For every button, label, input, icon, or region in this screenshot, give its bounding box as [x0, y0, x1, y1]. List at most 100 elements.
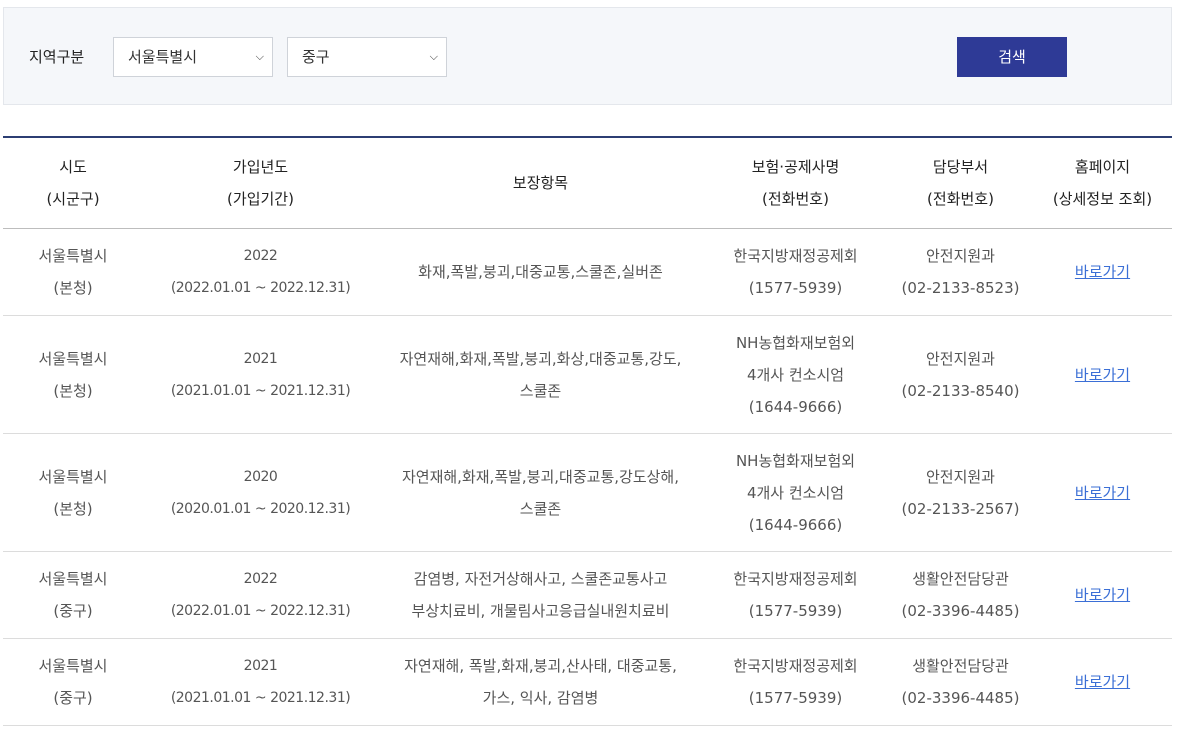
cell-region: 서울특별시 (중구) [3, 638, 143, 726]
cell-line: 담당부서 [932, 158, 989, 176]
cell-line: (02-3396-4485) [901, 689, 1020, 707]
header-region: 시도 (시군구) [3, 137, 143, 229]
cell-line: (1577-5939) [748, 279, 843, 297]
table-row: 서울특별시 (중구) 2021 (2021.01.01 ~ 2021.12.31) 자연… [3, 638, 1172, 726]
cell-region: 서울특별시 (본청) [3, 433, 143, 552]
cell-coverage: 자연재해,화재,폭발,붕괴,화상,대중교통,강도, 스쿨존 [378, 315, 703, 434]
cell-line: 2021 [243, 658, 278, 674]
cell-line: NH농협화재보험외 [735, 451, 856, 470]
search-panel: 지역구분 서울특별시 ⌵ 중구 ⌵ 검색 [3, 7, 1172, 105]
cell-line: 서울특별시 [38, 349, 108, 368]
homepage-link[interactable]: 바로가기 [1075, 263, 1130, 281]
cell-line: 안전지원과 [925, 467, 995, 486]
cell-insurer: NH농협화재보험외 4개사 컨소시엄 (1644-9666) [703, 315, 888, 434]
cell-line: 스쿨존 [519, 381, 562, 400]
cell-line: (1577-5939) [748, 689, 843, 707]
cell-line: (02-3396-4485) [901, 602, 1020, 620]
cell-line: 안전지원과 [925, 247, 995, 265]
cell-line: 생활안전담당관 [912, 570, 1009, 588]
cell-homepage: 바로가기 [1033, 638, 1172, 726]
cell-line: 스쿨존 [519, 499, 562, 518]
homepage-link[interactable]: 바로가기 [1075, 484, 1130, 502]
homepage-link[interactable]: 바로가기 [1075, 673, 1130, 691]
cell-line: 4개사 컨소시엄 [746, 365, 845, 384]
cell-line: (1644-9666) [748, 397, 843, 416]
cell-year: 2022 (2022.01.01 ~ 2022.12.31) [143, 551, 378, 639]
gu-select[interactable]: 중구 ⌵ [287, 37, 447, 77]
cell-year: 2021 (2021.01.01 ~ 2021.12.31) [143, 638, 378, 726]
header-homepage: 홈페이지 (상세정보 조회) [1033, 137, 1172, 229]
cell-coverage: 감염병, 자전거상해사고, 스쿨존교통사고부상치료비, 개물림사고응급실내원치료… [378, 551, 703, 639]
region-label: 지역구분 [29, 48, 85, 66]
cell-line: 화재,폭발,붕괴,대중교통,스쿨존,실버존 [418, 263, 663, 281]
cell-line: 2022 [243, 571, 278, 587]
cell-coverage: 화재,폭발,붕괴,대중교통,스쿨존,실버존 [378, 228, 703, 316]
header-year: 가입년도 (가입기간) [143, 137, 378, 229]
cell-region: 서울특별시 (본청) [3, 228, 143, 316]
cell-region: 서울특별시 (본청) [3, 315, 143, 434]
cell-line: (2020.01.01 ~ 2020.12.31) [170, 500, 351, 517]
cell-insurer: 한국지방재정공제회 (1577-5939) [703, 228, 888, 316]
cell-coverage: 자연재해,화재,폭발,붕괴,대중교통,강도상해, 스쿨존 [378, 433, 703, 552]
cell-line: 4개사 컨소시엄 [746, 483, 845, 502]
search-button[interactable]: 검색 [957, 37, 1067, 77]
cell-region: 서울특별시 (중구) [3, 551, 143, 639]
chevron-down-icon: ⌵ [429, 50, 438, 63]
cell-line: 서울특별시 [38, 570, 108, 588]
cell-insurer: 한국지방재정공제회 (1577-5939) [703, 551, 888, 639]
cell-line: (02-2133-8540) [901, 381, 1020, 400]
cell-line: 시도 [59, 158, 87, 176]
cell-line: 안전지원과 [925, 349, 995, 368]
cell-coverage: 자연재해, 폭발,화재,붕괴,산사태, 대중교통, 가스, 익사, 감염병 [378, 638, 703, 726]
cell-insurer: NH농협화재보험외 4개사 컨소시엄 (1644-9666) [703, 433, 888, 552]
cell-line: 자연재해, 폭발,화재,붕괴,산사태, 대중교통, [404, 657, 677, 675]
cell-line: (상세정보 조회) [1052, 190, 1153, 208]
cell-line: 서울특별시 [38, 247, 108, 265]
cell-line: 보험·공제사명 [751, 158, 840, 176]
cell-homepage: 바로가기 [1033, 315, 1172, 434]
cell-line: (02-2133-8523) [901, 279, 1020, 297]
table-row: 서울특별시 (중구) 2022 (2022.01.01 ~ 2022.12.31) 감염… [3, 551, 1172, 639]
cell-line: (1577-5939) [748, 602, 843, 620]
cell-year: 2021 (2021.01.01 ~ 2021.12.31) [143, 315, 378, 434]
cell-line: (전화번호) [927, 190, 994, 208]
cell-line: 가입년도 [232, 158, 289, 176]
cell-line: 자연재해,화재,폭발,붕괴,대중교통,강도상해, [401, 467, 679, 486]
insurance-table: 시도 (시군구) 가입년도 (가입기간) 보장항목 보험·공제사명 (전화번호) 담당… [3, 136, 1172, 726]
cell-line: 한국지방재정공제회 [733, 657, 858, 675]
table-row: 서울특별시 (본청) 2020 (2020.01.01 ~ 2020.12.31) 자연… [3, 433, 1172, 552]
header-dept: 담당부서 (전화번호) [888, 137, 1033, 229]
sido-select-value: 서울특별시 [128, 48, 198, 66]
cell-insurer: 한국지방재정공제회 (1577-5939) [703, 638, 888, 726]
cell-line: (본청) [53, 499, 93, 518]
cell-homepage: 바로가기 [1033, 551, 1172, 639]
cell-dept: 생활안전담당관 (02-3396-4485) [888, 551, 1033, 639]
chevron-down-icon: ⌵ [255, 50, 264, 63]
cell-line: 부상치료비, 개물림사고응급실내원치료비 [411, 602, 670, 620]
cell-line: (2021.01.01 ~ 2021.12.31) [170, 382, 351, 399]
sido-select[interactable]: 서울특별시 ⌵ [113, 37, 273, 77]
cell-line: 한국지방재정공제회 [733, 570, 858, 588]
cell-line: 보장항목 [512, 174, 569, 192]
cell-line: 2021 [243, 350, 278, 367]
cell-line: 생활안전담당관 [912, 657, 1009, 675]
cell-line: (본청) [53, 279, 93, 297]
cell-line: 서울특별시 [38, 657, 108, 675]
table-row: 서울특별시 (본청) 2022 (2022.01.01 ~ 2022.12.31) 화재… [3, 228, 1172, 316]
homepage-link[interactable]: 바로가기 [1075, 586, 1130, 604]
cell-homepage: 바로가기 [1033, 433, 1172, 552]
header-coverage: 보장항목 [378, 137, 703, 229]
cell-line: 2022 [243, 248, 278, 264]
homepage-link[interactable]: 바로가기 [1075, 366, 1130, 384]
cell-line: 홈페이지 [1074, 158, 1131, 176]
cell-year: 2022 (2022.01.01 ~ 2022.12.31) [143, 228, 378, 316]
cell-line: 2020 [243, 468, 278, 485]
header-insurer: 보험·공제사명 (전화번호) [703, 137, 888, 229]
cell-line: 서울특별시 [38, 467, 108, 486]
cell-dept: 생활안전담당관 (02-3396-4485) [888, 638, 1033, 726]
cell-line: (2022.01.01 ~ 2022.12.31) [170, 603, 351, 619]
cell-line: (2022.01.01 ~ 2022.12.31) [170, 280, 351, 296]
cell-dept: 안전지원과 (02-2133-8523) [888, 228, 1033, 316]
cell-line: 감염병, 자전거상해사고, 스쿨존교통사고 [413, 570, 668, 588]
cell-dept: 안전지원과 (02-2133-8540) [888, 315, 1033, 434]
